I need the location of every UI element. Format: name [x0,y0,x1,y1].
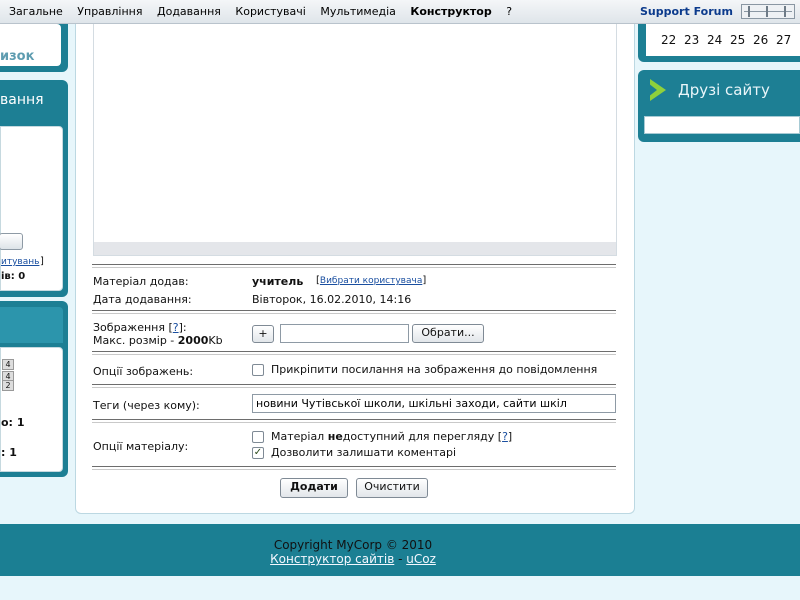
stat-row-1: о: 1 [1,416,24,429]
clear-button[interactable]: Очистити [356,478,428,498]
unavailable-label[interactable]: Матеріал недоступний для перегляду [?] [271,430,512,443]
unavailable-help-link[interactable]: ? [502,430,508,443]
left-block-stats: 4 4 2 о: 1 : 1 [0,301,68,477]
page-number[interactable]: 2 [2,380,14,391]
attach-links-label[interactable]: Прикріпити посилання на зображення до по… [271,363,597,376]
max-size-label: Макс. розмір - [93,334,175,347]
friends-block: Друзі сайту [638,70,800,142]
left-block-3-body: 4 4 2 о: 1 : 1 [0,347,63,472]
calendar-day[interactable]: 26 [753,33,776,47]
left-block-2-heading: вання [0,92,44,108]
form-divider [92,264,616,268]
slider-knob[interactable] [766,6,768,17]
allow-comments-label[interactable]: Дозволити залишати коментарі [271,446,456,459]
images-help-link[interactable]: ? [173,321,179,334]
menu-users[interactable]: Користувачі [235,5,305,18]
left-block-2-body: итувань ] ів: 0 [0,126,63,291]
login-button[interactable] [0,233,23,250]
support-forum-link[interactable]: Support Forum [640,5,733,18]
footer: Copyright MyCorp © 2010 Конструктор сайт… [0,524,800,576]
form-divider [92,351,616,355]
image-file-input[interactable] [280,324,409,343]
calendar-day[interactable]: 24 [707,33,730,47]
arrow-icon-cutout [648,83,657,97]
users-link-bracket: ] [40,256,44,267]
unavailable-pre: Матеріал [271,430,328,443]
max-size-unit: Kb [208,334,223,347]
message-editor[interactable] [93,0,617,256]
guests-count-label: ів: [1,271,15,282]
max-size-value: 2000 [177,334,209,347]
stat-1-label: о: [1,416,13,429]
admin-menu-bar: Загальне Управління Додавання Користувач… [0,0,800,24]
stat-2-label: : [1,446,6,459]
editor-status-bar [94,242,616,255]
unavailable-checkbox[interactable] [252,431,264,443]
friends-body [644,116,800,134]
added-by-label: Матеріал додав: [93,275,189,288]
guests-count: ів: 0 [1,271,25,282]
unavailable-bold: не [327,430,343,443]
add-material-form: Матеріал додав: учитель [Вибрати користу… [75,0,635,514]
added-by-value: учитель [252,275,304,288]
slider-knob[interactable] [784,6,786,17]
ucoz-link[interactable]: uCoz [406,552,436,566]
page-number[interactable]: 4 [2,359,14,370]
left-block-3-heading [0,307,63,343]
menu-help[interactable]: ? [506,5,512,18]
menu-multimedia[interactable]: Мультимедіа [320,5,396,18]
stat-row-2: : 1 [1,446,17,459]
slider-knob[interactable] [748,6,750,17]
site-builder-link[interactable]: Конструктор сайтів [270,552,394,566]
calendar-day[interactable]: 27 [776,33,799,47]
max-size-row: Макс. розмір - 2000Kb [93,334,223,347]
footer-links: Конструктор сайтів - uCoz [0,552,706,566]
calendar-day[interactable]: 25 [730,33,753,47]
menu-management[interactable]: Управління [77,5,142,18]
tags-input[interactable] [252,394,616,413]
calendar-day[interactable]: 23 [684,33,707,47]
copyright: Copyright MyCorp © 2010 [273,538,433,552]
calendar-row: 22 23 24 25 26 27 [661,33,799,47]
submit-button[interactable]: Додати [280,478,348,498]
left-block-1-body: изок [0,24,61,66]
stat-2-value: 1 [9,446,17,459]
users-link[interactable]: итувань [1,257,39,267]
image-options-label: Опції зображень: [93,365,194,378]
menu-constructor[interactable]: Конструктор [410,5,491,18]
width-slider[interactable] [741,4,795,19]
choose-user-wrap: [Вибрати користувача] [316,275,427,286]
left-block-1-text[interactable]: изок [0,49,34,64]
footer-separator: - [394,552,407,566]
menu-general[interactable]: Загальне [9,5,63,18]
unavailable-post: доступний для перегляду [342,430,495,443]
left-block-login: вання итувань ] ів: 0 [0,80,68,297]
form-divider [92,466,616,470]
add-image-button[interactable]: + [252,325,274,343]
attach-links-checkbox[interactable] [252,364,264,376]
tags-label: Теги (через кому): [93,399,200,412]
guests-count-value: 0 [18,271,26,282]
stat-1-value: 1 [16,416,25,429]
browse-button[interactable]: Обрати... [412,324,484,343]
calendar-day[interactable]: 22 [661,33,684,47]
allow-comments-checkbox[interactable]: ✓ [252,447,264,459]
material-options-label: Опції матеріалу: [93,440,189,453]
form-divider [92,310,616,314]
images-label: Зображення [93,321,165,334]
images-label-row: Зображення [?]: [93,321,187,334]
date-value: Вівторок, 16.02.2010, 14:16 [252,293,412,306]
date-label: Дата додавання: [93,293,192,306]
choose-user-link[interactable]: Вибрати користувача [320,276,422,286]
form-divider [92,419,616,423]
form-divider [92,384,616,388]
admin-menu: Загальне Управління Додавання Користувач… [9,5,523,18]
menu-adding[interactable]: Додавання [157,5,221,18]
friends-title: Друзі сайту [678,81,770,99]
